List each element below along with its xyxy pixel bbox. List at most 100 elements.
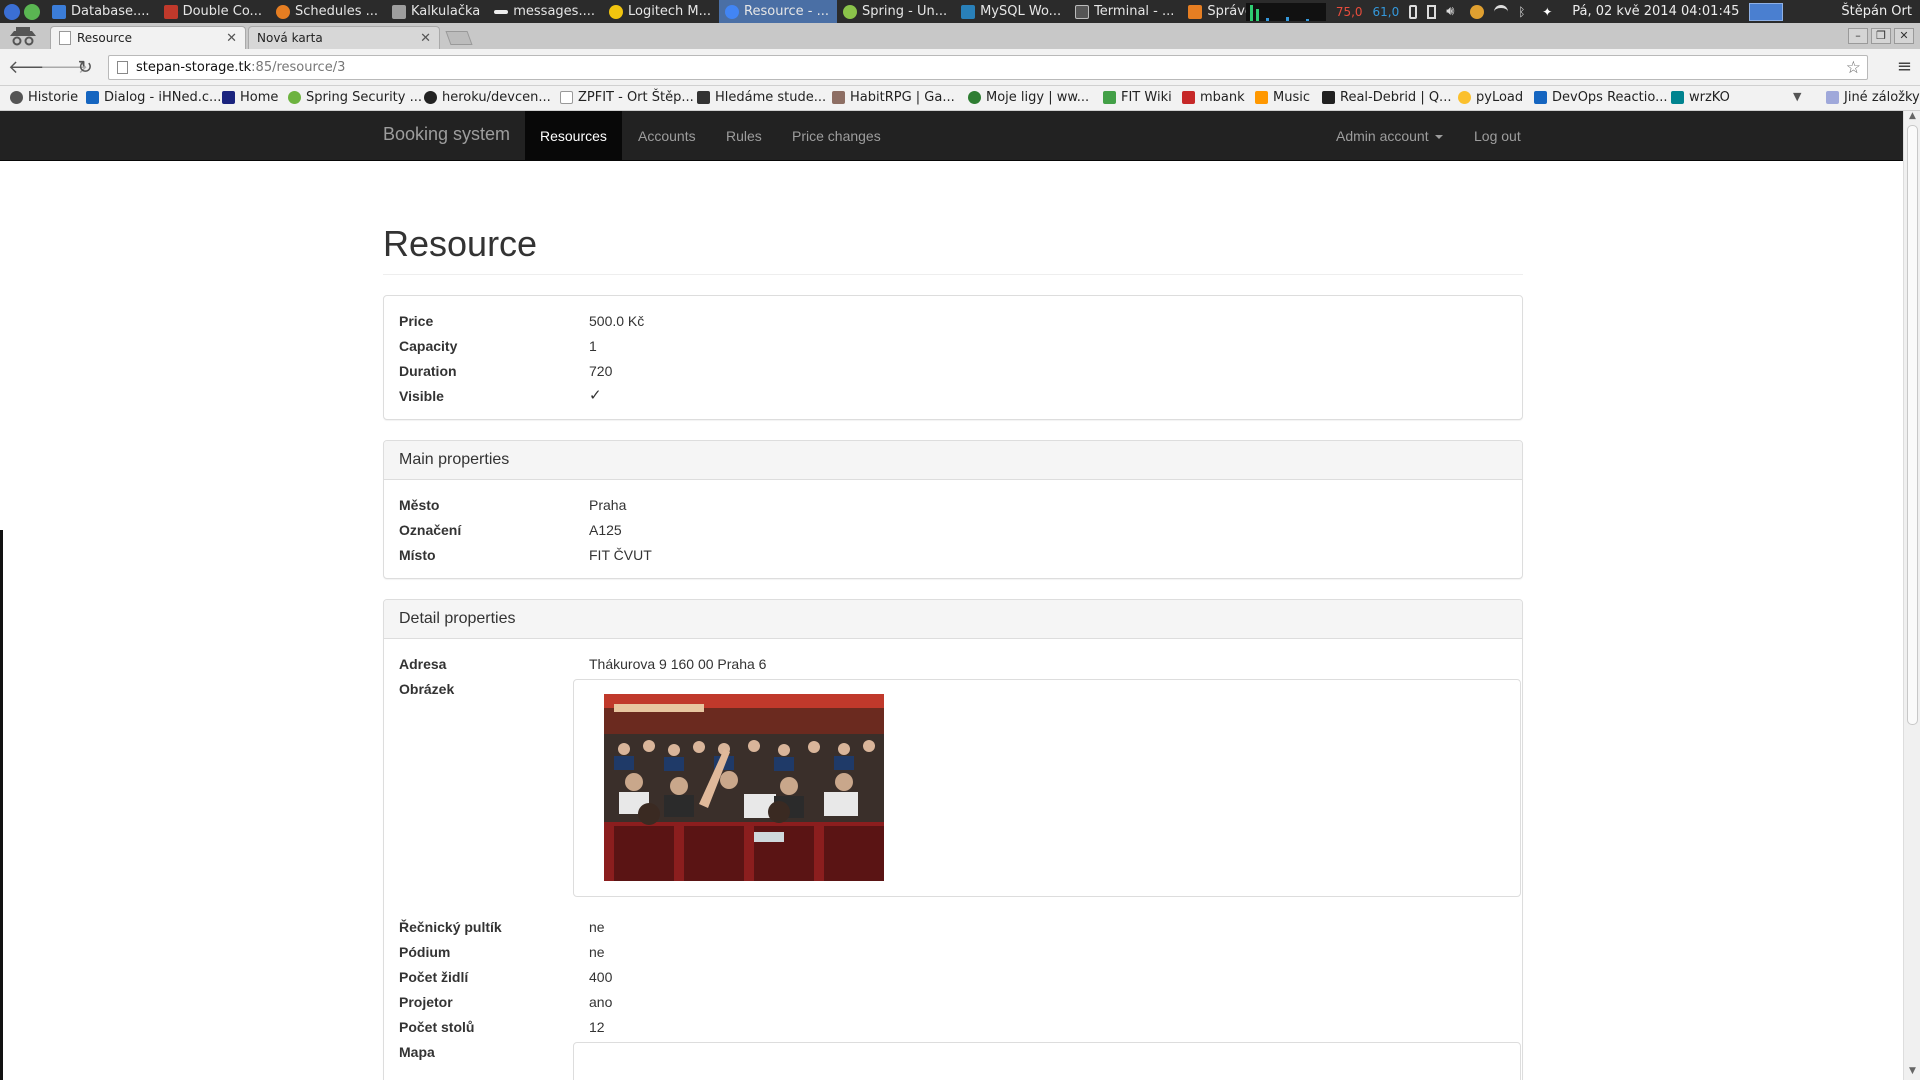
- tab-resource[interactable]: Resource ✕: [50, 26, 246, 49]
- bookmark-favicon: [86, 91, 99, 104]
- nav-price-changes[interactable]: Price changes: [777, 111, 896, 161]
- app-menu-icon[interactable]: [4, 3, 20, 20]
- panel-title: Detail properties: [384, 600, 1522, 639]
- browser-menu-icon[interactable]: ≡: [1897, 58, 1912, 76]
- taskbar-item-label: Database....: [71, 4, 150, 19]
- bookmark-star-icon[interactable]: ☆: [1846, 58, 1861, 78]
- cpu-graph: [1245, 2, 1326, 21]
- bookmark-item[interactable]: Dialog - iHNed.c...: [86, 90, 221, 105]
- close-tab-icon[interactable]: ✕: [420, 31, 431, 46]
- bookmark-item[interactable]: Moje ligy | ww...: [968, 90, 1089, 105]
- bookmark-item[interactable]: Music: [1255, 90, 1310, 105]
- scroll-up-icon[interactable]: ▲: [1904, 111, 1920, 125]
- bookmark-item[interactable]: FIT Wiki: [1103, 90, 1172, 105]
- bookmark-favicon: [560, 91, 573, 104]
- scroll-thumb[interactable]: [1907, 125, 1918, 725]
- new-tab-button[interactable]: [445, 31, 473, 45]
- taskbar-item[interactable]: messages....: [488, 0, 603, 23]
- bookmarks-overflow-icon[interactable]: ▼: [1793, 90, 1801, 103]
- bookmark-item[interactable]: Spring Security ...: [288, 90, 422, 105]
- close-window-button[interactable]: ✕: [1894, 28, 1914, 44]
- bookmark-favicon: [968, 91, 981, 104]
- duration-label: Duration: [399, 363, 457, 379]
- bookmark-favicon: [1322, 91, 1335, 104]
- nav-accounts[interactable]: Accounts: [623, 111, 711, 161]
- navbar-brand[interactable]: Booking system: [383, 124, 510, 145]
- nav-resources[interactable]: Resources: [525, 111, 622, 161]
- bookmark-item[interactable]: Home: [222, 90, 278, 105]
- tab-new[interactable]: Nová karta ✕: [248, 26, 440, 49]
- page-scrollbar[interactable]: ▲ ▼: [1903, 111, 1920, 1080]
- status-icon[interactable]: [1470, 4, 1485, 19]
- chrome-notification-icon[interactable]: [1749, 2, 1784, 21]
- page-icon: [59, 31, 71, 45]
- close-tab-icon[interactable]: ✕: [226, 31, 237, 46]
- bookmark-item[interactable]: pyLoad: [1458, 90, 1523, 105]
- app-icon: [961, 4, 976, 19]
- scroll-down-icon[interactable]: ▼: [1904, 1066, 1920, 1080]
- app-launcher-icon[interactable]: [24, 3, 40, 20]
- taskbar-item-label: Double Co...: [182, 4, 262, 19]
- taskbar-item[interactable]: Kalkulačka: [386, 0, 488, 23]
- taskbar-item[interactable]: Double Co...: [158, 0, 270, 23]
- taskbar-item[interactable]: MySQL Wo...: [955, 0, 1069, 23]
- admin-account-dropdown[interactable]: Admin account: [1321, 111, 1458, 161]
- property-value: 12: [589, 1019, 605, 1035]
- taskbar-item[interactable]: Terminal - ...: [1069, 0, 1182, 23]
- bookmark-item[interactable]: Historie: [10, 90, 78, 105]
- bookmark-item[interactable]: ZPFIT - Ort Štěp...: [560, 90, 694, 105]
- capacity-label: Capacity: [399, 338, 458, 354]
- bookmark-label: wrzKO: [1689, 90, 1730, 105]
- property-label: Místo: [399, 547, 436, 563]
- address-bar[interactable]: stepan-storage.tk:85/resource/3 ☆: [108, 55, 1868, 80]
- map-frame: [573, 1042, 1521, 1080]
- price-label: Price: [399, 313, 434, 329]
- forward-button[interactable]: 🡒: [40, 57, 88, 79]
- app-icon: [392, 4, 407, 19]
- taskbar-item[interactable]: Logitech M...: [603, 0, 719, 23]
- back-button[interactable]: 🡐: [8, 57, 56, 79]
- os-launcher[interactable]: [0, 0, 46, 23]
- bluetooth-icon[interactable]: ᛒ: [1518, 5, 1532, 19]
- taskbar-item-label: Resource - ...: [744, 4, 830, 19]
- bookmark-item[interactable]: HabitRPG | Ga...: [832, 90, 955, 105]
- bookmark-item[interactable]: wrzKO: [1671, 90, 1730, 105]
- maximize-button[interactable]: ❐: [1871, 28, 1891, 44]
- volume-icon[interactable]: 🔊︎: [1446, 4, 1460, 19]
- taskbar-item[interactable]: Spring - Un...: [837, 0, 955, 23]
- bookmark-label: pyLoad: [1476, 90, 1524, 105]
- bookmark-item[interactable]: DevOps Reactio...: [1534, 90, 1667, 105]
- clock[interactable]: Pá, 02 kvě 2014 04:01:45: [1572, 4, 1739, 19]
- logout-link[interactable]: Log out: [1459, 111, 1536, 161]
- nav-rules[interactable]: Rules: [711, 111, 777, 161]
- bookmark-label: Music: [1273, 90, 1310, 105]
- bookmark-item[interactable]: Real-Debrid | Q...: [1322, 90, 1451, 105]
- app-icon: [52, 4, 66, 19]
- dropbox-icon[interactable]: ✦: [1542, 5, 1556, 19]
- bookmark-favicon: [288, 91, 301, 104]
- info-row: Obrázek: [399, 679, 1521, 897]
- bookmark-item[interactable]: Hledáme stude...: [697, 90, 826, 105]
- clipboard-icon[interactable]: [1409, 4, 1418, 19]
- bookmark-item[interactable]: mbank: [1182, 90, 1245, 105]
- reload-button[interactable]: ↻: [74, 57, 96, 79]
- chrome-icon: [725, 4, 740, 19]
- bookmark-item[interactable]: heroku/devcen...: [424, 90, 551, 105]
- battery-icon[interactable]: [1427, 4, 1437, 19]
- minimize-button[interactable]: –: [1848, 28, 1868, 44]
- taskbar-item-active[interactable]: Resource - ...: [719, 0, 838, 23]
- app-icon: [1188, 4, 1203, 19]
- capacity-value: 1: [589, 338, 597, 354]
- taskbar-item-label: MySQL Wo...: [980, 4, 1062, 19]
- app-icon: [843, 4, 858, 19]
- bookmark-label: HabitRPG | Ga...: [850, 90, 955, 105]
- taskbar-item[interactable]: Schedules ...: [270, 0, 386, 23]
- other-bookmarks[interactable]: Jiné záložky: [1826, 90, 1920, 105]
- user-name[interactable]: Štěpán Ort: [1841, 4, 1912, 19]
- taskbar-item[interactable]: Database....: [46, 0, 158, 23]
- bookmark-label: Jiné záložky: [1844, 90, 1920, 105]
- info-row: Označení A125: [399, 520, 1507, 540]
- wifi-icon[interactable]: [1494, 4, 1509, 19]
- info-row: Adresa Thákurova 9 160 00 Praha 6: [399, 654, 1507, 674]
- visible-check-icon: ✓: [589, 387, 602, 404]
